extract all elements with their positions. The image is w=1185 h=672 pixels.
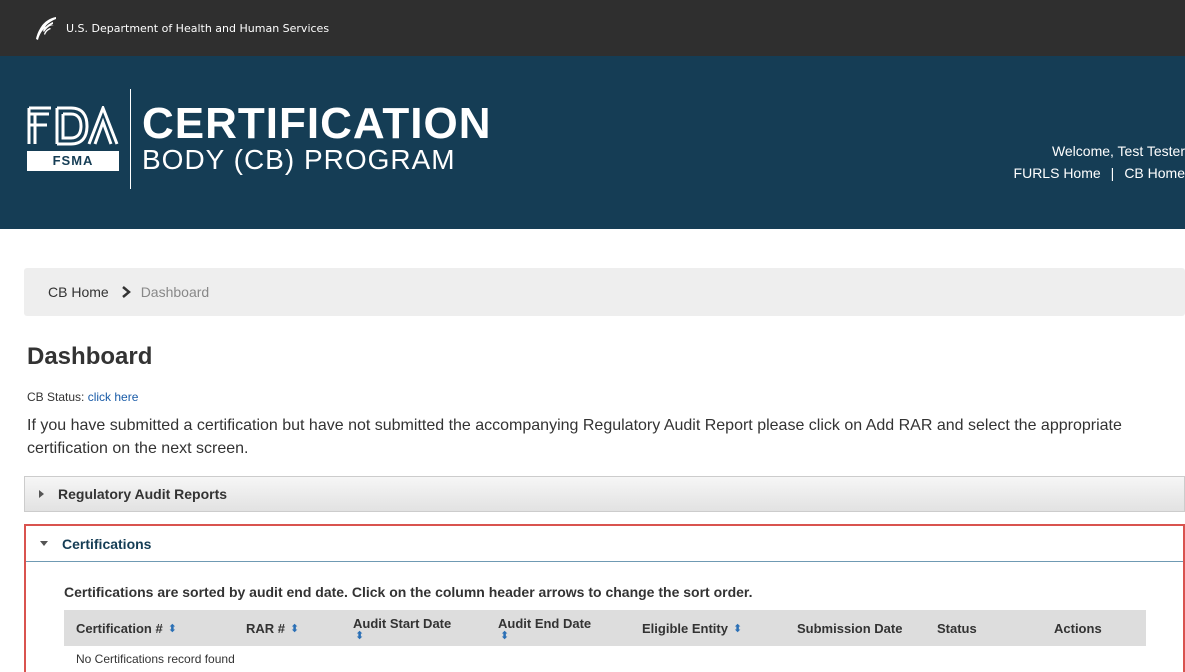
column-audit-end-date[interactable]: Audit End Date ⬍ (498, 610, 591, 646)
breadcrumb-cb-home[interactable]: CB Home (48, 284, 109, 300)
page-title: Dashboard (27, 343, 153, 370)
certifications-sort-note: Certifications are sorted by audit end d… (64, 584, 753, 600)
triangle-down-icon (40, 541, 48, 546)
hhs-bar: U.S. Department of Health and Human Serv… (0, 0, 1185, 56)
column-status: Status (937, 610, 977, 646)
empty-table-message: No Certifications record found (76, 652, 235, 666)
sort-icon[interactable]: ⬍ (355, 630, 364, 641)
certifications-table: Certification # ⬍ RAR # ⬍ Audit Start Da… (64, 610, 1146, 672)
column-label: Actions (1054, 620, 1102, 636)
cb-status-label: CB Status: (27, 390, 85, 404)
sort-icon[interactable]: ⬍ (168, 622, 177, 635)
instructions-text: If you have submitted a certification bu… (27, 417, 1122, 457)
column-label: Certification # (76, 620, 163, 636)
cb-status-link[interactable]: click here (88, 390, 139, 404)
fsma-label: FSMA (27, 151, 119, 171)
program-banner: FSMA CERTIFICATION BODY (CB) PROGRAM Wel… (0, 56, 1185, 229)
cb-home-link[interactable]: CB Home (1124, 165, 1185, 181)
certifications-panel-label: Certifications (62, 535, 152, 552)
program-title: CERTIFICATION (142, 99, 492, 148)
table-header: Certification # ⬍ RAR # ⬍ Audit Start Da… (64, 610, 1146, 646)
column-label: RAR # (246, 620, 286, 636)
chevron-right-icon (121, 286, 131, 298)
column-label: Audit End Date (498, 615, 592, 631)
link-separator: | (1110, 165, 1115, 181)
sort-icon[interactable]: ⬍ (500, 630, 509, 641)
column-label: Audit Start Date (353, 615, 452, 631)
column-label: Status (937, 620, 977, 636)
column-label: Submission Date (797, 620, 903, 636)
hhs-title: U.S. Department of Health and Human Serv… (66, 21, 330, 35)
column-audit-start-date[interactable]: Audit Start Date ⬍ (353, 610, 451, 646)
column-certification-number[interactable]: Certification # ⬍ (76, 610, 177, 646)
triangle-right-icon (39, 490, 44, 498)
column-label: Eligible Entity (642, 620, 728, 636)
column-submission-date: Submission Date (797, 610, 902, 646)
program-subtitle: BODY (CB) PROGRAM (142, 144, 456, 175)
column-eligible-entity[interactable]: Eligible Entity ⬍ (642, 610, 742, 646)
fda-fsma-logo: FSMA (27, 106, 119, 178)
cb-status: CB Status: click here (27, 390, 138, 404)
rar-panel-label: Regulatory Audit Reports (58, 486, 228, 502)
breadcrumb: CB Home Dashboard (24, 268, 1185, 316)
top-nav-links: FURLS Home | CB Home (1014, 165, 1185, 181)
column-actions: Actions (1054, 610, 1102, 646)
rar-panel-header[interactable]: Regulatory Audit Reports (24, 476, 1185, 512)
furls-home-link[interactable]: FURLS Home (1014, 165, 1101, 181)
hhs-eagle-icon (36, 17, 56, 40)
sort-icon[interactable]: ⬍ (733, 622, 742, 635)
banner-divider (130, 89, 131, 189)
fda-logo-icon (27, 106, 119, 146)
certifications-panel: Certifications Certifications are sorted… (24, 524, 1185, 672)
column-rar-number[interactable]: RAR # ⬍ (246, 610, 299, 646)
breadcrumb-current: Dashboard (140, 284, 210, 300)
certifications-panel-header[interactable]: Certifications (26, 526, 1183, 562)
welcome-message: Welcome, Test Tester (1051, 143, 1185, 159)
sort-icon[interactable]: ⬍ (290, 622, 299, 635)
